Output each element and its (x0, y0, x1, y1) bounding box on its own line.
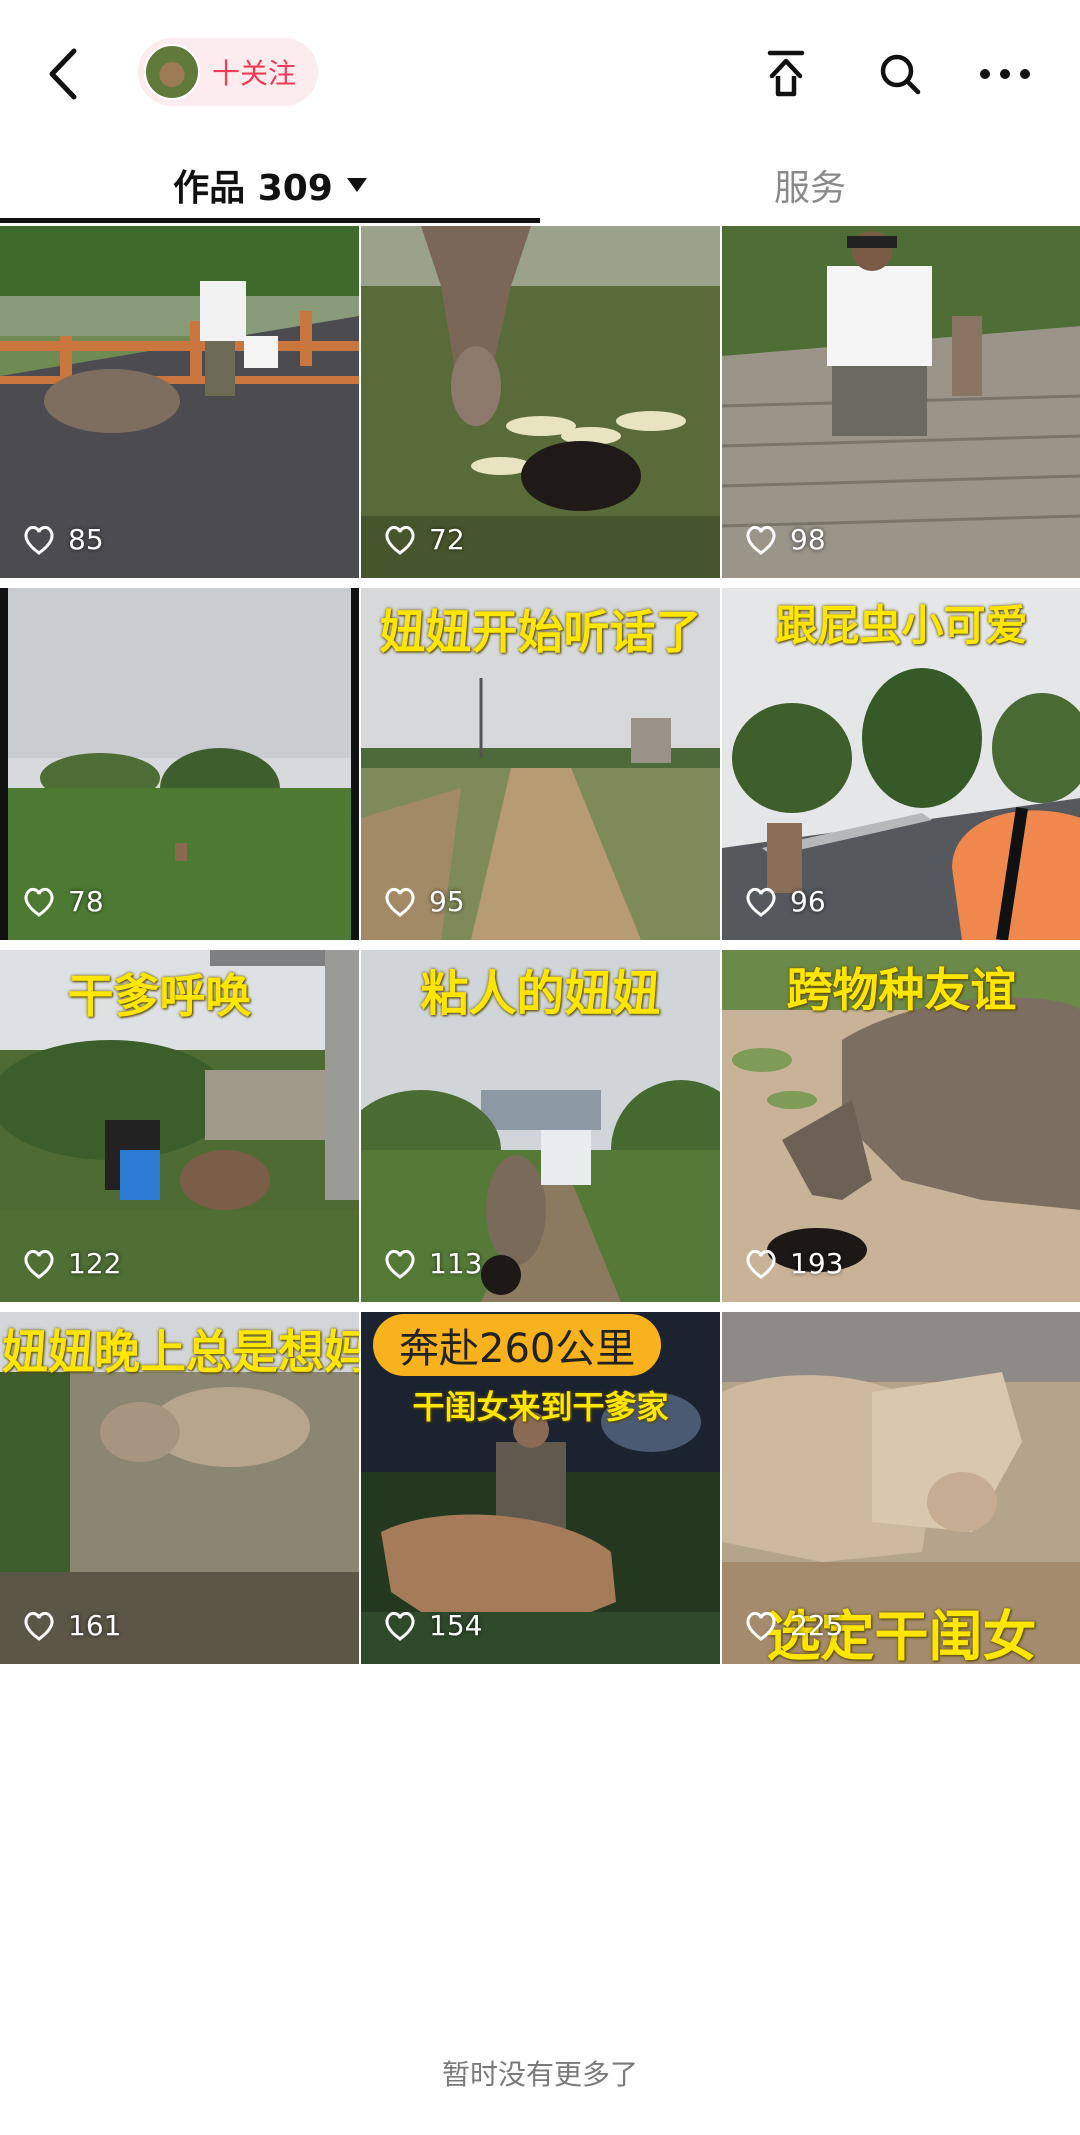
like-count: 122 (22, 1247, 121, 1280)
like-count-value: 154 (429, 1609, 483, 1642)
like-count-value: 96 (790, 885, 826, 918)
avatar[interactable] (144, 44, 200, 100)
video-tile[interactable]: 跟屁虫小可爱 96 (722, 588, 1080, 940)
more-dots-icon[interactable] (975, 44, 1035, 104)
like-count-value: 161 (68, 1609, 122, 1642)
like-count: 225 (744, 1609, 843, 1642)
like-count: 95 (383, 885, 465, 918)
like-count-value: 225 (790, 1609, 844, 1642)
heart-icon (24, 1249, 54, 1279)
heart-icon (746, 1249, 776, 1279)
heart-icon (385, 1249, 415, 1279)
video-badge: 奔赴260公里 (373, 1314, 662, 1376)
video-caption: 干闺女来到干爹家 (412, 1388, 669, 1426)
tab-bar: 作品 309 服务 (0, 145, 1080, 225)
heart-icon (746, 1611, 776, 1641)
tab-active-indicator (0, 218, 540, 223)
video-caption: 粘人的妞妞 (420, 966, 661, 1022)
video-caption: 跨物种友谊 (786, 963, 1017, 1017)
like-count: 113 (383, 1247, 482, 1280)
heart-icon (746, 887, 776, 917)
follow-label: 十关注 (212, 57, 297, 90)
like-count-value: 85 (68, 523, 104, 556)
heart-icon (24, 887, 54, 917)
search-icon[interactable] (870, 44, 930, 104)
end-of-list-text: 暂时没有更多了 (441, 2058, 638, 2091)
tab-services-label: 服务 (773, 168, 846, 209)
tab-works[interactable]: 作品 309 (0, 145, 540, 225)
video-caption: 妞妞晚上总是想妈妈 (2, 1325, 359, 1379)
video-caption: 干爹呼唤 (67, 969, 252, 1023)
heart-icon (385, 525, 415, 555)
like-count-value: 122 (68, 1247, 122, 1280)
follow-button[interactable]: 十关注 (138, 38, 318, 106)
share-icon[interactable] (756, 44, 816, 104)
like-count-value: 95 (429, 885, 465, 918)
video-tile[interactable]: 跨物种友谊 193 (722, 950, 1080, 1302)
like-count: 193 (744, 1247, 843, 1280)
like-count-value: 72 (429, 523, 465, 556)
video-tile[interactable]: 粘人的妞妞 113 (361, 950, 720, 1302)
video-tile[interactable]: 干爹呼唤 122 (0, 950, 359, 1302)
like-count: 85 (22, 523, 104, 556)
video-caption: 妞妞开始听话了 (379, 605, 702, 659)
video-tile[interactable]: 奔赴260公里 干闺女来到干爹家 154 (361, 1312, 720, 1664)
like-count: 161 (22, 1609, 121, 1642)
video-tile[interactable]: 妞妞开始听话了 95 (361, 588, 720, 940)
heart-icon (24, 1611, 54, 1641)
like-count-value: 78 (68, 885, 104, 918)
like-count: 154 (383, 1609, 482, 1642)
back-arrow-icon[interactable] (40, 45, 88, 103)
tab-works-label: 作品 309 (173, 168, 333, 209)
video-tile[interactable]: 98 (722, 226, 1080, 578)
video-tile[interactable]: 妞妞晚上总是想妈妈 161 (0, 1312, 359, 1664)
video-tile[interactable]: 85 (0, 226, 359, 578)
like-count: 72 (383, 523, 465, 556)
like-count: 78 (22, 885, 104, 918)
heart-icon (385, 1611, 415, 1641)
video-tile[interactable]: 78 (0, 588, 359, 940)
video-tile[interactable]: 72 (361, 226, 720, 578)
like-count-value: 113 (429, 1247, 483, 1280)
heart-icon (746, 525, 776, 555)
like-count-value: 98 (790, 523, 826, 556)
video-tile[interactable]: 选定干闺女 225 (722, 1312, 1080, 1664)
like-count: 98 (744, 523, 826, 556)
like-count-value: 193 (790, 1247, 844, 1280)
top-bar: 十关注 (0, 0, 1080, 145)
caret-down-icon[interactable] (346, 178, 367, 192)
like-count: 96 (744, 885, 826, 918)
heart-icon (24, 525, 54, 555)
video-caption: 跟屁虫小可爱 (775, 601, 1028, 650)
heart-icon (385, 887, 415, 917)
tab-services[interactable]: 服务 (540, 145, 1080, 225)
